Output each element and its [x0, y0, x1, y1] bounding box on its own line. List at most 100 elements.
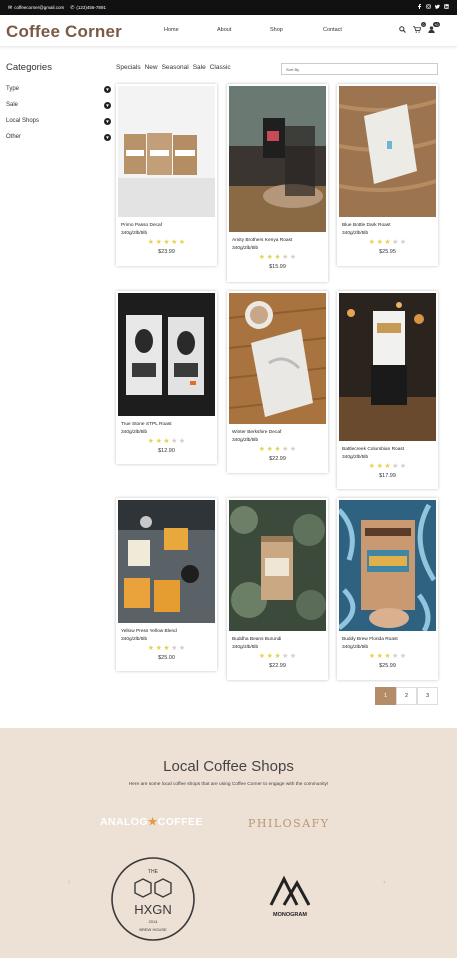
tab-classic[interactable]: Classic: [210, 64, 231, 71]
email-contact[interactable]: ✉ coffeecorner@gmail.com: [8, 5, 64, 11]
search-icon[interactable]: [399, 26, 406, 33]
local-shops-section: Local Coffee Shops Here are some local c…: [0, 728, 457, 958]
star-icon: ★: [147, 239, 155, 246]
product-weight: 340g/2lb/5lb: [121, 430, 148, 435]
sort-select[interactable]: Sort By: [281, 63, 438, 75]
philosafy-logo[interactable]: PHILOSAFY: [248, 817, 330, 830]
product-image[interactable]: [229, 293, 326, 424]
local-shops-description: Here are some local coffee shops that ar…: [128, 782, 329, 787]
star-icon: ★: [155, 239, 162, 246]
product-image[interactable]: [339, 293, 436, 441]
account-count-badge: +0: [433, 22, 440, 27]
product-image[interactable]: [118, 293, 215, 416]
star-icon: ★: [376, 239, 383, 246]
product-card[interactable]: Buddy Brew Florida Roast 340g/2lb/5lb ★ ★…: [337, 498, 438, 680]
star-icon: ★: [289, 254, 297, 261]
facebook-icon[interactable]: [417, 4, 422, 9]
instagram-icon[interactable]: [426, 4, 431, 9]
star-icon: ★: [274, 653, 281, 660]
category-sale[interactable]: Sale ▼: [6, 97, 111, 113]
logo-text: BREW HOUSE: [139, 927, 167, 932]
tab-new[interactable]: New: [145, 64, 158, 71]
rating-stars: ★ ★ ★ ★ ★: [337, 463, 438, 470]
cart-icon: [413, 26, 422, 33]
category-local-shops[interactable]: Local Shops ▼: [6, 113, 111, 129]
nav-home[interactable]: Home: [164, 27, 217, 33]
filter-tabs: Specials New Seasonal Sale Classic: [116, 64, 231, 71]
category-other[interactable]: Other ▼: [6, 129, 111, 145]
product-image[interactable]: [118, 500, 215, 623]
linkedin-icon[interactable]: [444, 4, 449, 9]
category-type[interactable]: Type ▼: [6, 81, 111, 97]
product-card[interactable]: Buddha Beans Burundi 340g/2lb/5lb ★ ★ ★ ★ ★ …: [227, 498, 328, 680]
logo-text: 2014: [149, 919, 159, 924]
star-icon: ★: [258, 254, 266, 261]
site-header: Coffee Corner Home About Shop Contact 0 …: [0, 15, 457, 47]
twitter-icon[interactable]: [435, 4, 440, 9]
hxgn-logo[interactable]: THE HXGN 2014 BREW HOUSE: [110, 853, 196, 945]
product-card[interactable]: Battlecreek Columbian Roast 340g/2lb/5lb…: [337, 291, 438, 489]
product-card[interactable]: Amity Brothers Kenya Roast 340g/2lb/5lb …: [227, 84, 328, 282]
brand-logo[interactable]: Coffee Corner: [6, 22, 122, 42]
chevron-down-icon[interactable]: ▼: [104, 101, 111, 109]
product-price: $22.99: [269, 663, 286, 669]
chevron-down-icon[interactable]: ▼: [104, 85, 111, 93]
product-image[interactable]: [339, 500, 436, 631]
product-card[interactable]: Blue Bottle Dark Roast 340g/2lb/5lb ★ ★ ★ ★…: [337, 84, 438, 266]
product-image[interactable]: [339, 86, 436, 217]
chevron-down-icon[interactable]: ▼: [104, 117, 111, 125]
star-icon: ★: [384, 653, 391, 660]
product-name[interactable]: True Stone STPL Roast: [121, 422, 217, 427]
carousel-prev-arrow[interactable]: ‹: [68, 877, 71, 886]
email-text: coffeecorner@gmail.com: [14, 5, 65, 10]
tab-seasonal[interactable]: Seasonal: [162, 64, 189, 71]
product-price: $22.99: [269, 456, 286, 462]
cart-button[interactable]: 0: [413, 22, 426, 35]
product-name[interactable]: Buddha Beans Burundi: [232, 637, 328, 642]
product-card[interactable]: Winter Berkshire Decaf 340g/2lb/5lb ★ ★ ★ ★…: [227, 291, 328, 473]
product-price: $12.90: [158, 448, 175, 454]
product-image[interactable]: [229, 500, 326, 631]
page-1-button[interactable]: 1: [375, 687, 396, 705]
star-icon: ★: [178, 239, 186, 246]
product-name[interactable]: Buddy Brew Florida Roast: [342, 637, 438, 642]
page-2-button[interactable]: 2: [396, 687, 417, 705]
star-icon: ★: [274, 446, 281, 453]
monogram-logo[interactable]: MONOGRAM: [265, 873, 315, 919]
product-card[interactable]: Yellow Press Yellow Blend 340g/2lb/5lb ★…: [116, 498, 217, 671]
product-name[interactable]: Winter Berkshire Decaf: [232, 430, 328, 435]
star-icon: ★: [399, 463, 407, 470]
product-price: $25.00: [158, 655, 175, 661]
product-name[interactable]: Blue Bottle Dark Roast: [342, 223, 438, 228]
analog-coffee-logo[interactable]: ANALOG★COFFEE: [100, 816, 203, 828]
nav-shop[interactable]: Shop: [270, 27, 323, 33]
category-label: Sale: [6, 102, 19, 108]
tab-specials[interactable]: Specials: [116, 64, 141, 71]
rating-stars: ★ ★ ★ ★ ★: [227, 254, 328, 261]
star-icon: ★: [266, 254, 273, 261]
product-card[interactable]: Primo Passo Decaf 340g/2lb/5lb ★ ★ ★ ★ ★ $23…: [116, 84, 217, 266]
product-card[interactable]: True Stone STPL Roast 340g/2lb/5lb ★ ★ ★ ★ ★…: [116, 291, 217, 464]
product-name[interactable]: Yellow Press Yellow Blend: [121, 629, 217, 634]
star-icon: ★: [147, 816, 158, 828]
page-3-button[interactable]: 3: [417, 687, 438, 705]
nav-contact[interactable]: Contact: [323, 27, 376, 33]
carousel-next-arrow[interactable]: ›: [383, 877, 386, 886]
star-icon: ★: [399, 653, 407, 660]
product-image[interactable]: [118, 86, 215, 217]
phone-contact[interactable]: ✆ (123)456-7891: [70, 5, 106, 11]
logo-text: THE: [148, 869, 159, 875]
star-icon: ★: [282, 254, 289, 261]
product-name[interactable]: Primo Passo Decaf: [121, 223, 217, 228]
nav-about[interactable]: About: [217, 27, 270, 33]
account-button[interactable]: +0: [428, 22, 440, 35]
chevron-down-icon[interactable]: ▼: [104, 133, 111, 141]
product-name[interactable]: Amity Brothers Kenya Roast: [232, 238, 328, 243]
product-name[interactable]: Battlecreek Columbian Roast: [342, 447, 438, 452]
category-label: Type: [6, 86, 20, 92]
cart-count-badge: 0: [421, 22, 426, 27]
product-image[interactable]: [229, 86, 326, 232]
star-icon: ★: [171, 438, 178, 445]
logo-text: MONOGRAM: [273, 912, 307, 918]
tab-sale[interactable]: Sale: [193, 64, 206, 71]
